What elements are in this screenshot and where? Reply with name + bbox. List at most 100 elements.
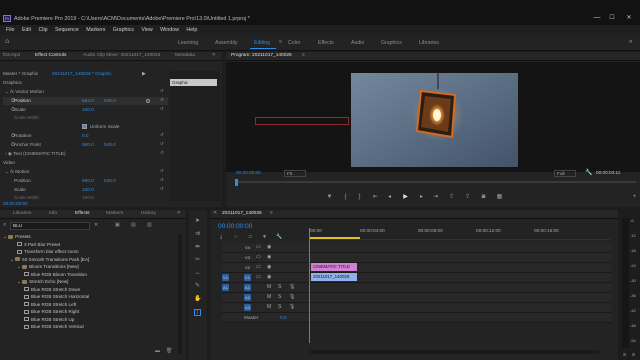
effects-search-input[interactable]: BLU (10, 222, 90, 230)
menu-clip[interactable]: Clip (38, 27, 47, 33)
menu-view[interactable]: View (141, 27, 152, 33)
tab-effects[interactable]: Effects (75, 211, 90, 216)
track-v2-label[interactable]: V2 (244, 264, 251, 271)
tab-effect-controls[interactable]: Effect Controls (35, 53, 66, 58)
uniform-scale-checkbox[interactable] (82, 124, 87, 129)
minimize-button[interactable]: — (592, 14, 602, 22)
work-area-bar[interactable] (310, 237, 360, 239)
quality-select[interactable]: Full (554, 170, 576, 177)
timeline-settings-icon[interactable]: 🔧 (276, 234, 282, 240)
position-y-value[interactable]: 540.0 (104, 98, 116, 103)
track-v3[interactable]: V3 ▭ ◉ (222, 253, 612, 263)
mute-m-icon[interactable]: M (267, 284, 271, 290)
sync-lock-icon[interactable]: ▭ (256, 254, 261, 260)
maximize-button[interactable]: ☐ (607, 14, 617, 22)
timeline-ruler[interactable]: 00:00 00:00:04:00 00:00:08:00 00:00:12:0… (310, 228, 610, 240)
workspace-editing[interactable]: Editing (254, 40, 270, 46)
track-a2-label[interactable]: A2 (244, 294, 251, 301)
tab-source[interactable]: f03.mp4 (3, 53, 20, 58)
tab-info[interactable]: Info (49, 211, 57, 216)
mark-in-icon[interactable]: { (342, 194, 349, 201)
linked-selection-icon[interactable]: ⊃ (248, 234, 252, 240)
track-a3[interactable]: A3 M S 🎙 (222, 303, 612, 313)
master-volume[interactable]: 0.0 (280, 315, 287, 320)
vector-motion-section[interactable]: ⌄ fx Vector Motion (5, 89, 44, 95)
active-clip-label[interactable]: 20211017_140026 * Graphic (52, 71, 112, 76)
comparison-view-icon[interactable]: ▦ (496, 194, 503, 201)
track-select-tool-icon[interactable]: ⇉ (194, 231, 201, 238)
program-monitor-title[interactable]: Program: 20211017_140026 (231, 53, 292, 58)
program-scrubber[interactable] (236, 181, 636, 183)
source-patch-a1[interactable]: A1 (222, 284, 229, 291)
menu-graphics[interactable]: Graphics (113, 27, 134, 33)
source-clip-label[interactable]: Master * Graphic (3, 71, 38, 76)
track-a3-label[interactable]: A3 (244, 304, 251, 311)
track-a2[interactable]: A2 M S 🎙 (222, 293, 612, 303)
effects-preset-item[interactable]: Blue RGB Stretch Horizontal (3, 294, 183, 302)
program-playhead[interactable] (235, 179, 238, 186)
close-button[interactable]: ✕ (624, 14, 634, 22)
mute-m-icon[interactable]: M (267, 304, 271, 310)
reset-text-icon[interactable]: ↺ (160, 150, 164, 155)
tab-history[interactable]: History (141, 211, 156, 216)
track-v1-label[interactable]: V1 (244, 274, 251, 281)
timeline-horizontal-scrollbar[interactable] (310, 350, 600, 354)
menu-sequence[interactable]: Sequence (55, 27, 79, 33)
export-frame-icon[interactable]: ◙ (480, 194, 487, 201)
mini-timeline-clip[interactable]: Graphic (170, 79, 217, 86)
workspace-libraries[interactable]: Libraries (419, 40, 439, 46)
add-marker-icon[interactable]: ▼ (262, 234, 267, 240)
go-to-in-icon[interactable]: ⇤ (372, 194, 379, 201)
step-back-icon[interactable]: ◂ (386, 194, 393, 201)
track-v2[interactable]: V2 ▭ ◉ (222, 263, 612, 273)
play-only-audio-icon[interactable]: ▶ (142, 71, 146, 77)
solo-s-icon[interactable]: S (278, 294, 281, 300)
menu-window[interactable]: Window (160, 27, 179, 33)
menu-help[interactable]: Help (186, 27, 197, 33)
rotation-stopwatch-icon[interactable]: ⏱ (11, 133, 15, 139)
hand-tool-icon[interactable]: ✋ (194, 296, 201, 303)
zoom-select[interactable]: Fit (284, 170, 306, 177)
marker-icon[interactable]: ▼ (326, 194, 333, 201)
video-clip[interactable]: 20211017_140026 (311, 273, 357, 281)
track-v1[interactable]: V1 V1 ▭ ◉ (222, 273, 612, 283)
home-icon[interactable]: ⌂ (5, 38, 9, 45)
32bit-effects-icon[interactable]: ▤ (131, 222, 136, 228)
eye-icon[interactable]: ◉ (267, 264, 271, 270)
add-button-icon[interactable]: + (631, 194, 638, 201)
workspace-menu-icon[interactable]: ≡ (279, 39, 282, 45)
reset-position2-icon[interactable]: ↺ (160, 177, 164, 182)
mark-out-icon[interactable]: } (356, 194, 363, 201)
yuv-effects-icon[interactable]: ▥ (147, 222, 152, 228)
solo-s-icon[interactable]: S (278, 304, 281, 310)
reset-motion-icon[interactable]: ↺ (160, 168, 164, 173)
effects-preset-item[interactable]: Transform blur effect zoom (3, 249, 183, 257)
razor-tool-icon[interactable]: ✂ (194, 257, 201, 264)
insert-sequence-icon[interactable]: ⤓ (220, 234, 222, 240)
close-sequence-icon[interactable]: ✕ (213, 210, 217, 216)
sequence-menu-icon[interactable]: ≡ (270, 210, 273, 216)
reset-scale-icon[interactable]: ↺ (160, 106, 164, 111)
position-x-value[interactable]: 564.0 (82, 98, 94, 103)
effects-preset-item[interactable]: Blue RGB Bloom Transition (3, 272, 183, 280)
tab-libraries[interactable]: Libraries (13, 211, 31, 216)
title-clip[interactable]: CINEMATIC TITLE (311, 263, 357, 271)
ripple-edit-tool-icon[interactable]: ⇹ (194, 244, 201, 251)
track-v3-label[interactable]: V3 (244, 254, 251, 261)
microphone-icon[interactable]: 🎙 (289, 304, 295, 310)
mute-m-icon[interactable]: M (267, 294, 271, 300)
workspace-effects[interactable]: Effects (318, 40, 334, 46)
sync-lock-icon[interactable]: ▭ (256, 244, 261, 250)
effect-controls-timecode[interactable]: 00:00:00:00 (3, 201, 28, 206)
solo-left[interactable]: S (623, 352, 626, 357)
new-bin-icon[interactable]: ▬ (155, 348, 160, 354)
selection-tool-icon[interactable]: ➤ (194, 218, 201, 225)
source-patch-v1[interactable]: V1 (222, 274, 229, 281)
eye-icon[interactable]: ◉ (267, 274, 271, 280)
program-menu-icon[interactable]: ≡ (302, 52, 305, 58)
slip-tool-icon[interactable]: ↔ (194, 270, 201, 277)
effects-folder[interactable]: ⌄ Stretch Echo [New] (3, 279, 183, 287)
solo-s-icon[interactable]: S (278, 284, 281, 290)
motion-section[interactable]: ⌄ fx Motion (5, 169, 29, 175)
snap-icon[interactable]: ∩ (234, 234, 238, 240)
